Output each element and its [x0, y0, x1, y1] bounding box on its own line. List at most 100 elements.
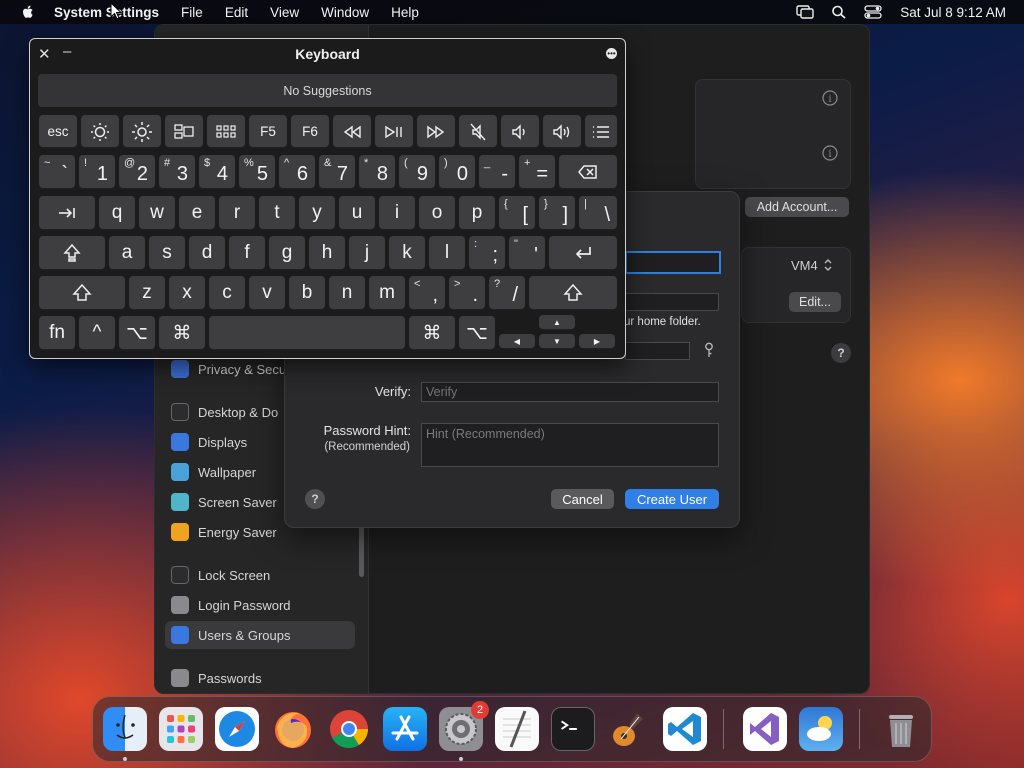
- sidebar-item-login-password[interactable]: Login Password: [165, 591, 355, 619]
- key-t[interactable]: t: [259, 196, 295, 230]
- key-m[interactable]: m: [369, 276, 405, 310]
- create-user-button[interactable]: Create User: [625, 489, 719, 509]
- key-arrow-up[interactable]: ▲: [539, 315, 575, 330]
- key-left-command[interactable]: ⌘: [159, 316, 205, 350]
- apple-icon[interactable]: [20, 4, 36, 20]
- key-mission-control[interactable]: [165, 115, 203, 148]
- cancel-button[interactable]: Cancel: [551, 489, 614, 509]
- key-4[interactable]: $4: [199, 155, 235, 189]
- key-i[interactable]: i: [379, 196, 415, 230]
- key-return[interactable]: [549, 236, 617, 270]
- key-b[interactable]: b: [289, 276, 325, 310]
- more-options-icon[interactable]: •••: [606, 48, 617, 59]
- key-play-pause[interactable]: [375, 115, 413, 148]
- key-minus[interactable]: _ -: [479, 155, 515, 189]
- key-q[interactable]: q: [99, 196, 135, 230]
- safari-icon[interactable]: [215, 707, 259, 751]
- key-7[interactable]: & 7: [319, 155, 355, 189]
- key-o[interactable]: o: [419, 196, 455, 230]
- password-field[interactable]: [625, 342, 690, 360]
- key-delete[interactable]: [559, 155, 617, 189]
- key-d[interactable]: d: [189, 236, 225, 270]
- vm4-popup[interactable]: VM4: [791, 258, 818, 273]
- key-caps-lock[interactable]: [39, 236, 105, 270]
- key-left-bracket[interactable]: {[: [499, 196, 535, 230]
- key-9[interactable]: (9: [399, 155, 435, 189]
- key-1[interactable]: ! 1: [79, 155, 115, 189]
- account-name-field[interactable]: [625, 293, 719, 311]
- key-fn[interactable]: fn: [39, 316, 75, 350]
- key-8[interactable]: * 8: [359, 155, 395, 189]
- key-slash[interactable]: ? /: [489, 276, 525, 310]
- key-f[interactable]: f: [229, 236, 265, 270]
- firefox-icon[interactable]: [271, 707, 315, 751]
- info-icon[interactable]: i: [822, 90, 838, 106]
- garageband-icon[interactable]: [607, 707, 651, 751]
- key-g[interactable]: g: [269, 236, 305, 270]
- key-j[interactable]: j: [349, 236, 385, 270]
- settings-help-button[interactable]: ?: [831, 343, 851, 363]
- key-right-command[interactable]: ⌘: [409, 316, 455, 350]
- key-f5[interactable]: F5: [249, 115, 287, 148]
- edit-button[interactable]: Edit...: [789, 292, 841, 312]
- textedit-icon[interactable]: [495, 707, 539, 751]
- key-h[interactable]: h: [309, 236, 345, 270]
- key-brightness-down[interactable]: [81, 115, 119, 148]
- key-v[interactable]: v: [249, 276, 285, 310]
- visual-studio-icon[interactable]: [743, 707, 787, 751]
- key-control[interactable]: ^: [79, 316, 115, 350]
- key-0[interactable]: ) 0: [439, 155, 475, 189]
- spotlight-search-icon[interactable]: [830, 5, 848, 19]
- menu-file[interactable]: File: [181, 5, 203, 20]
- key-esc[interactable]: esc: [39, 115, 77, 148]
- key-5[interactable]: % 5: [239, 155, 275, 189]
- key-launchpad[interactable]: [207, 115, 245, 148]
- key-volume-up[interactable]: [543, 115, 581, 148]
- trash-icon[interactable]: [879, 707, 923, 751]
- key-k[interactable]: k: [389, 236, 425, 270]
- key-right-shift[interactable]: [529, 276, 617, 310]
- key-volume-down[interactable]: [501, 115, 539, 148]
- password-assistant-key-icon[interactable]: [703, 342, 715, 358]
- key-tab[interactable]: [39, 196, 95, 230]
- sheet-help-button[interactable]: ?: [305, 489, 325, 509]
- key-mute[interactable]: [459, 115, 497, 148]
- key-3[interactable]: #3: [159, 155, 195, 189]
- key-brightness-up[interactable]: [123, 115, 161, 148]
- system-settings-icon[interactable]: 2: [439, 701, 489, 751]
- key-y[interactable]: y: [299, 196, 335, 230]
- key-backslash[interactable]: | \: [579, 196, 617, 230]
- key-left-shift[interactable]: [39, 276, 125, 310]
- weather-icon[interactable]: [799, 707, 843, 751]
- key-l[interactable]: l: [429, 236, 465, 270]
- finder-icon[interactable]: [103, 707, 147, 751]
- menu-window[interactable]: Window: [321, 5, 369, 20]
- sidebar-item-lock-screen[interactable]: Lock Screen: [165, 561, 355, 589]
- menu-app-name[interactable]: System Settings: [54, 5, 159, 20]
- add-account-button[interactable]: Add Account...: [745, 197, 849, 217]
- full-name-field[interactable]: [625, 251, 721, 274]
- sidebar-scrollbar[interactable]: [359, 525, 364, 577]
- key-s[interactable]: s: [149, 236, 185, 270]
- key-arrow-left[interactable]: ◀: [499, 334, 535, 349]
- key-quote[interactable]: " ': [509, 236, 545, 270]
- verify-field[interactable]: [421, 382, 719, 402]
- key-comma[interactable]: <,: [409, 276, 445, 310]
- screen-mirroring-icon[interactable]: [796, 5, 814, 19]
- key-period[interactable]: >.: [449, 276, 485, 310]
- key-a[interactable]: a: [109, 236, 145, 270]
- chrome-icon[interactable]: [327, 707, 371, 751]
- sidebar-item-passwords[interactable]: Passwords: [165, 664, 355, 692]
- sidebar-item-users-groups[interactable]: Users & Groups: [165, 621, 355, 649]
- key-n[interactable]: n: [329, 276, 365, 310]
- key-right-option[interactable]: ⌥: [459, 316, 495, 350]
- key-arrow-right[interactable]: ▶: [579, 334, 615, 349]
- launchpad-icon[interactable]: [159, 707, 203, 751]
- key-left-option[interactable]: ⌥: [119, 316, 155, 350]
- key-right-bracket[interactable]: }]: [539, 196, 575, 230]
- key-c[interactable]: c: [209, 276, 245, 310]
- key-r[interactable]: r: [219, 196, 255, 230]
- key-2[interactable]: @2: [119, 155, 155, 189]
- key-u[interactable]: u: [339, 196, 375, 230]
- key-backtick[interactable]: ~ `: [39, 155, 75, 189]
